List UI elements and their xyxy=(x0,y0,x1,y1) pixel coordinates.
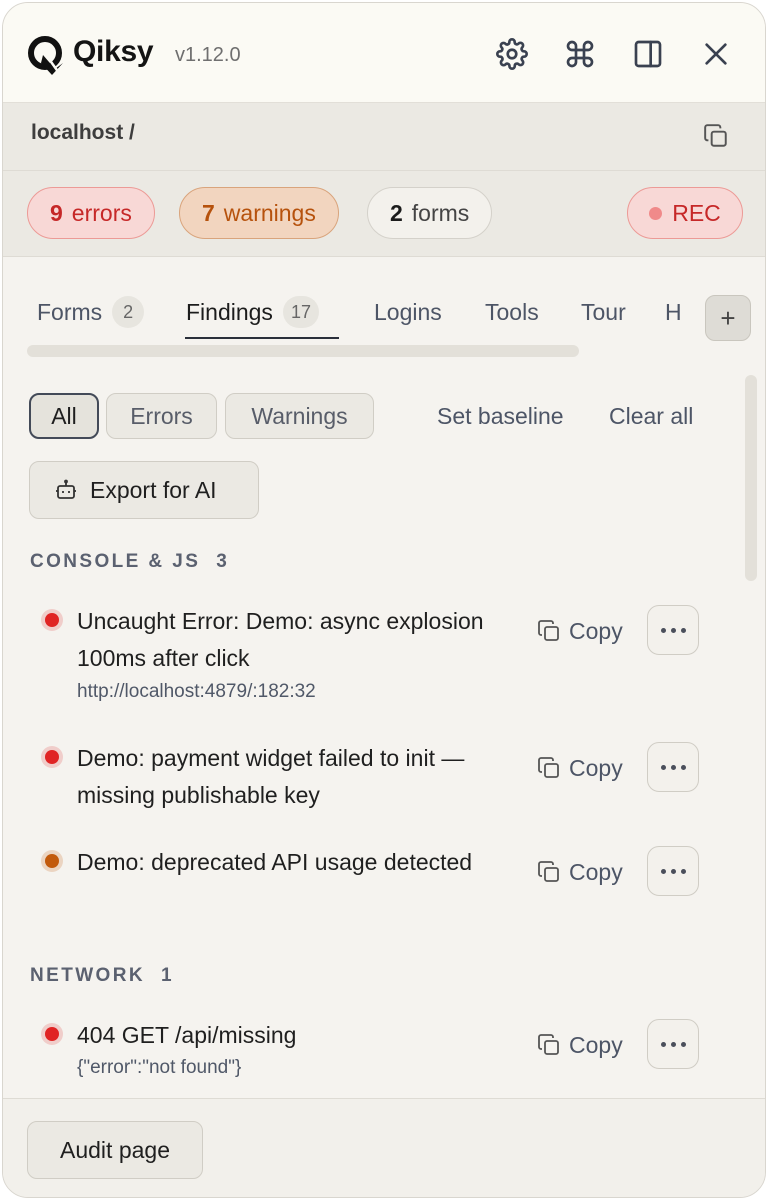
settings-button[interactable] xyxy=(493,35,531,73)
finding-text: 404 GET /api/missing xyxy=(77,1022,297,1048)
tab-tour[interactable]: Tour xyxy=(581,289,626,335)
copy-button[interactable]: Copy xyxy=(537,611,623,651)
finding-response: {"error":"not found"} xyxy=(77,1057,242,1078)
command-palette-button[interactable] xyxy=(561,35,599,73)
warnings-pill[interactable]: 7 warnings xyxy=(179,187,339,239)
footer: Audit page xyxy=(3,1098,765,1197)
filter-warnings-button[interactable]: Warnings xyxy=(225,393,374,439)
copy-icon xyxy=(538,620,559,641)
tab-logins[interactable]: Logins xyxy=(374,289,442,335)
forms-count: 2 xyxy=(390,199,403,226)
robot-icon xyxy=(56,479,76,499)
export-for-ai-button[interactable]: Export for AI xyxy=(29,461,259,519)
filter-all-button[interactable]: All xyxy=(29,393,99,439)
warnings-count: 7 xyxy=(202,199,215,226)
ellipsis-icon xyxy=(660,868,666,874)
finding-text: Uncaught Error: Demo: async explosion 10… xyxy=(77,608,484,671)
copy-button[interactable]: Copy xyxy=(537,852,623,892)
ellipsis-icon xyxy=(660,764,666,770)
ellipsis-icon xyxy=(660,1041,666,1047)
errors-pill[interactable]: 9 errors xyxy=(27,187,155,239)
tab-h[interactable]: H xyxy=(665,289,687,335)
copy-label: Copy xyxy=(569,754,623,781)
warning-dot-icon xyxy=(45,854,59,868)
copy-label: Copy xyxy=(569,617,623,644)
finding-text: Demo: deprecated API usage detected xyxy=(77,849,473,875)
audit-page-button[interactable]: Audit page xyxy=(27,1121,203,1179)
errors-label: errors xyxy=(71,199,132,226)
record-button[interactable]: REC xyxy=(627,187,743,239)
add-tab-button[interactable]: + xyxy=(705,295,751,341)
active-tab-indicator xyxy=(185,337,339,339)
qiksy-logo-icon xyxy=(28,36,63,75)
section-title-text: NETWORK xyxy=(30,965,145,986)
stats-bar: 9 errors 7 warnings 2 forms REC xyxy=(3,171,765,257)
section-title-text: CONSOLE & JS xyxy=(30,551,201,572)
section-console-title: CONSOLE & JS 3 xyxy=(30,551,229,573)
qiksy-panel: Qiksy v1.12.0 localhost / 9 errors 7 war… xyxy=(2,2,766,1198)
error-dot-icon xyxy=(45,613,59,627)
finding-source[interactable]: http://localhost:4879/:182:32 xyxy=(77,681,316,703)
tab-findings[interactable]: Findings 17 xyxy=(186,289,319,335)
warnings-label: warnings xyxy=(223,199,316,226)
copy-icon xyxy=(704,124,727,147)
close-button[interactable] xyxy=(697,35,735,73)
forms-label: forms xyxy=(411,199,470,226)
page-url: localhost / xyxy=(31,121,135,144)
section-count: 1 xyxy=(160,965,174,986)
findings-content: All Errors Warnings Set baseline Clear a… xyxy=(3,363,765,1098)
clear-all-button[interactable]: Clear all xyxy=(609,403,693,430)
ellipsis-icon xyxy=(660,627,666,633)
more-options-button[interactable] xyxy=(647,605,699,655)
filter-errors-button[interactable]: Errors xyxy=(106,393,217,439)
copy-icon xyxy=(538,757,559,778)
copy-label: Copy xyxy=(569,1031,623,1058)
tab-label: Findings xyxy=(186,298,273,325)
app-name: Qiksy xyxy=(73,35,154,68)
tab-label: Tour xyxy=(581,298,626,325)
content-scrollbar[interactable] xyxy=(745,375,757,581)
gear-icon xyxy=(496,38,528,70)
sidebar-toggle-button[interactable] xyxy=(629,35,667,73)
url-bar: localhost / xyxy=(3,103,765,171)
tab-label: Logins xyxy=(374,298,442,325)
tab-count: 2 xyxy=(112,296,145,328)
app-version: v1.12.0 xyxy=(175,44,241,66)
tab-count: 17 xyxy=(282,296,319,328)
tab-tools[interactable]: Tools xyxy=(485,289,539,335)
record-label: REC xyxy=(672,199,721,226)
command-icon xyxy=(566,40,594,68)
set-baseline-button[interactable]: Set baseline xyxy=(437,403,564,430)
sidebar-panel-icon xyxy=(634,40,662,68)
close-icon xyxy=(705,43,727,65)
copy-url-button[interactable] xyxy=(703,123,731,151)
errors-count: 9 xyxy=(50,199,63,226)
more-options-button[interactable] xyxy=(647,742,699,792)
finding-text: Demo: payment widget failed to init — mi… xyxy=(77,745,465,808)
error-dot-icon xyxy=(45,750,59,764)
copy-label: Copy xyxy=(569,858,623,885)
tab-forms[interactable]: Forms 2 xyxy=(37,289,145,335)
section-count: 3 xyxy=(216,551,230,572)
tab-label: H xyxy=(665,298,682,325)
tab-scrollbar[interactable] xyxy=(27,345,579,357)
forms-pill[interactable]: 2 forms xyxy=(367,187,493,239)
header: Qiksy v1.12.0 xyxy=(3,3,765,103)
tab-label: Tools xyxy=(485,298,539,325)
copy-icon xyxy=(538,861,559,882)
export-label: Export for AI xyxy=(90,476,217,503)
tab-label: Forms xyxy=(37,298,103,325)
tab-bar: Forms 2 Findings 17 Logins Tools Tour H … xyxy=(3,257,765,363)
copy-icon xyxy=(538,1034,559,1055)
section-network-title: NETWORK 1 xyxy=(30,965,174,987)
copy-button[interactable]: Copy xyxy=(537,748,623,788)
error-dot-icon xyxy=(45,1027,59,1041)
record-dot-icon xyxy=(649,206,663,220)
more-options-button[interactable] xyxy=(647,846,699,896)
copy-button[interactable]: Copy xyxy=(537,1025,623,1065)
more-options-button[interactable] xyxy=(647,1019,699,1069)
